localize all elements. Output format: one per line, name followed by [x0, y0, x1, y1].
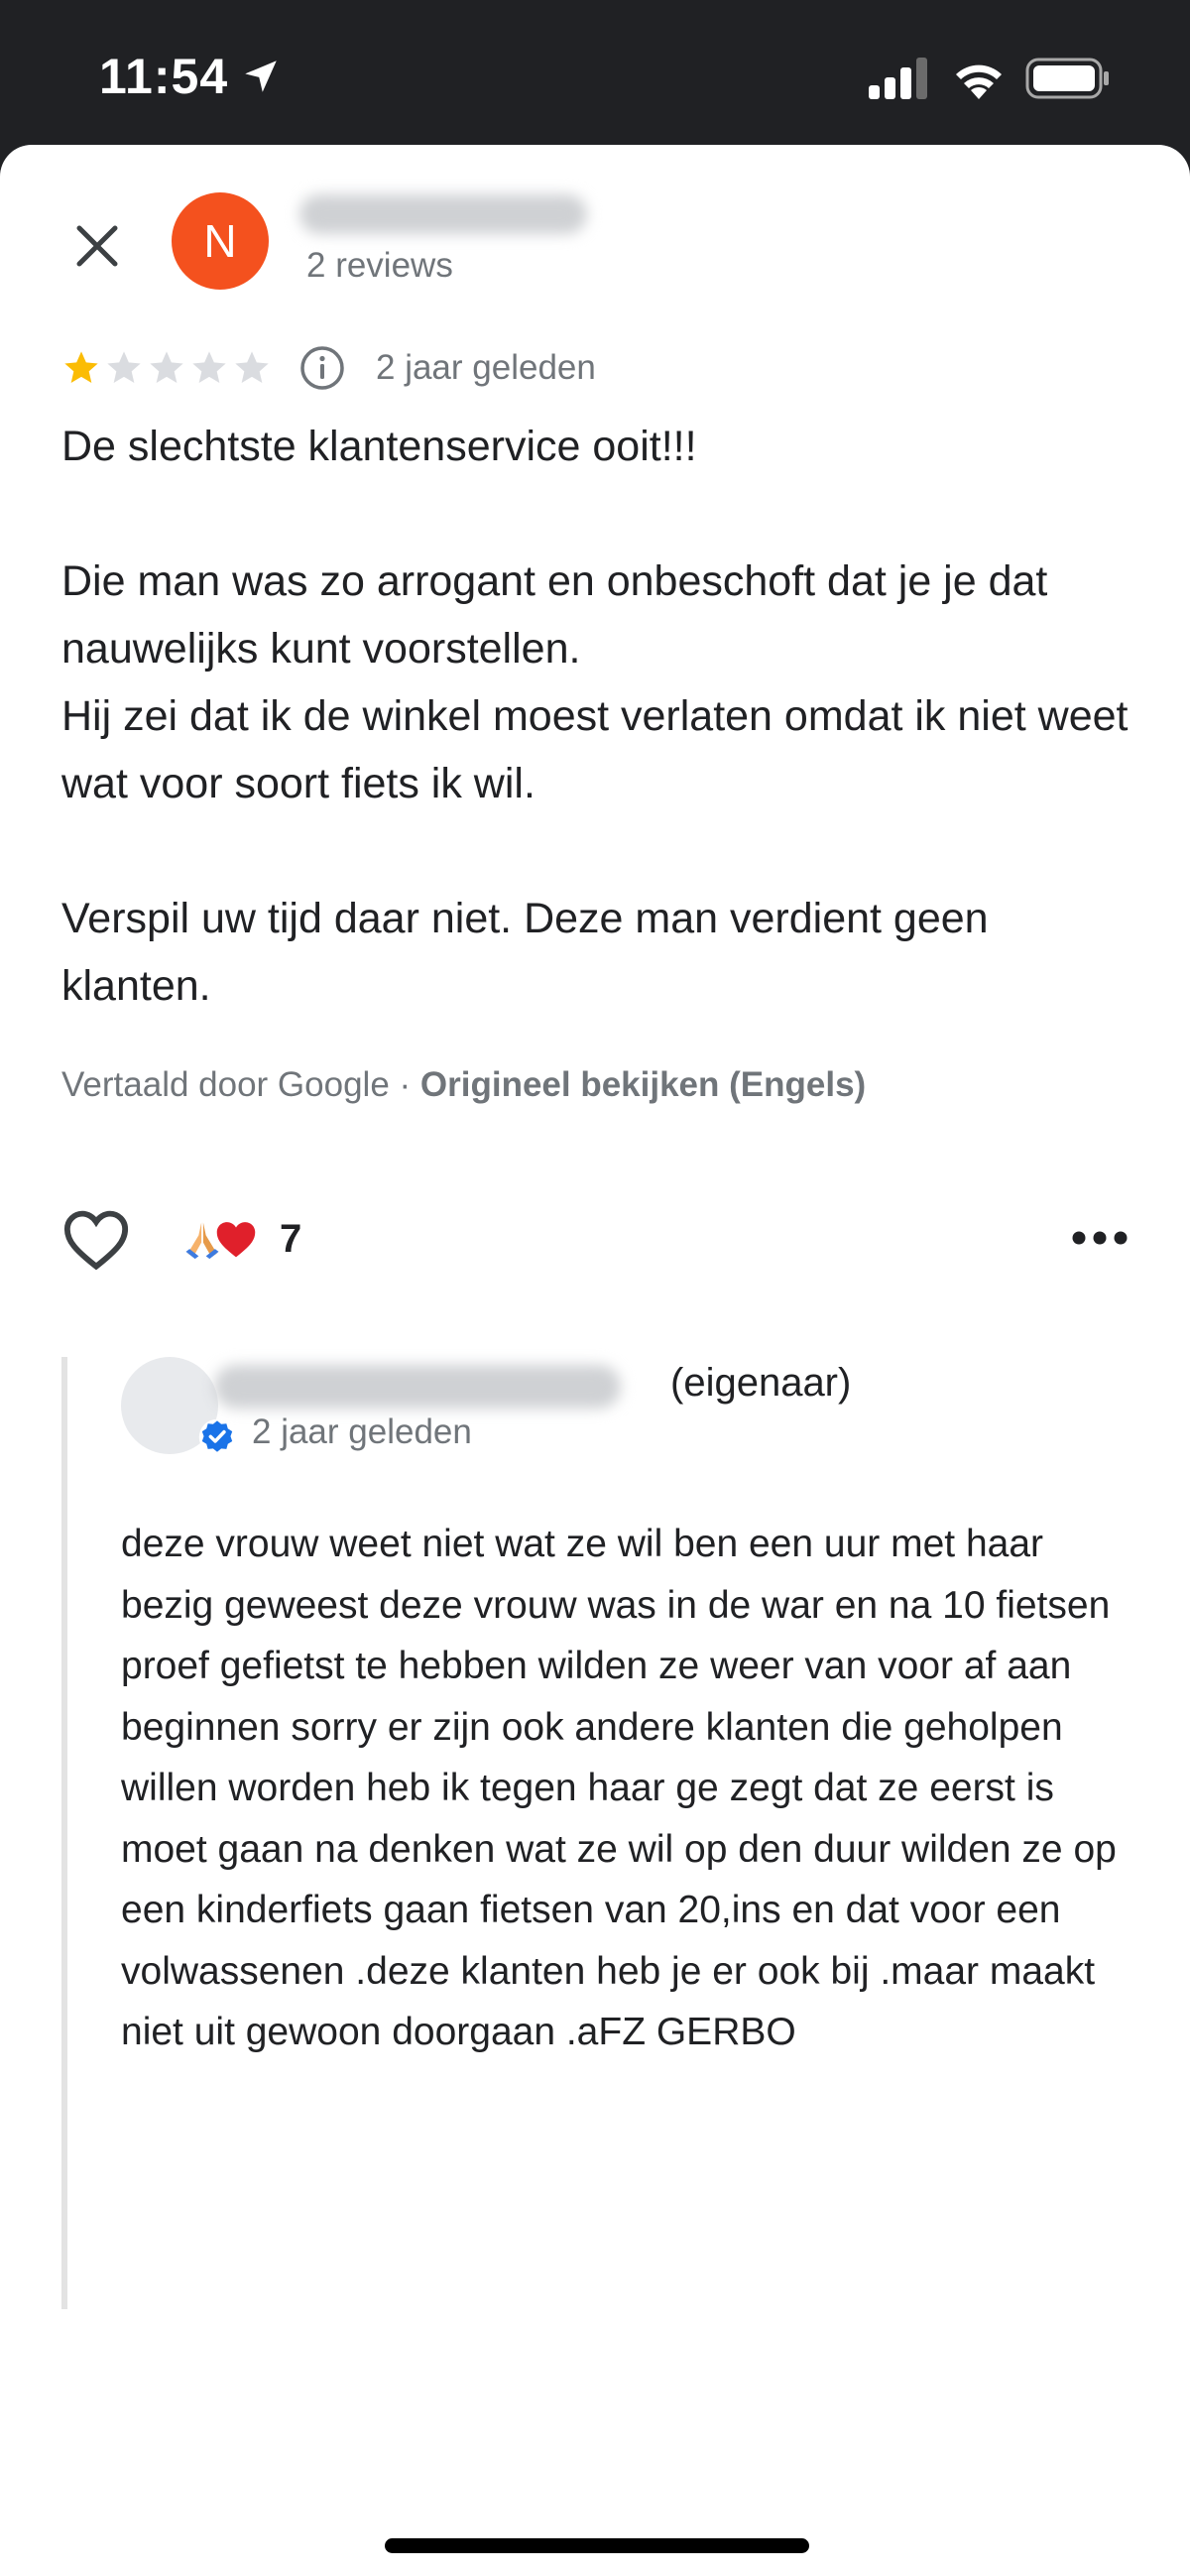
owner-reply-text: deze vrouw weet niet wat ze wil ben een … — [121, 1523, 1117, 2053]
translation-notice: Vertaald door Google · Origineel bekijke… — [61, 1065, 866, 1105]
status-bar: 11:54 — [0, 0, 1190, 149]
review-paragraph: Die man was zo arrogant en onbeschoft da… — [61, 557, 1129, 807]
verified-check-icon — [198, 1418, 236, 1456]
reviewer-avatar[interactable]: N — [172, 192, 269, 290]
star-empty-icon — [150, 351, 183, 383]
owner-label: (eigenaar) — [670, 1361, 852, 1405]
star-filled-icon — [64, 351, 98, 383]
more-horizontal-icon[interactable] — [1071, 1228, 1129, 1248]
info-icon[interactable] — [298, 344, 346, 392]
red-heart-emoji — [216, 1222, 256, 1258]
reviewer-name-redacted[interactable] — [299, 194, 587, 234]
reaction-count: 7 — [280, 1216, 302, 1261]
rating-row: 2 jaar geleden — [61, 343, 596, 393]
star-empty-icon — [235, 351, 269, 383]
star-empty-icon — [107, 351, 141, 383]
close-button[interactable] — [61, 210, 133, 282]
review-actions: 7 — [61, 1202, 1132, 1282]
status-time: 11:54 — [99, 49, 229, 104]
close-icon — [76, 225, 118, 267]
battery-icon — [1025, 58, 1109, 99]
location-arrow-icon — [245, 61, 277, 92]
owner-name-redacted — [214, 1365, 621, 1409]
reviewer-review-count[interactable]: 2 reviews — [306, 246, 453, 286]
review-body: De slechtste klantenservice ooit!!! Die … — [61, 413, 1132, 1020]
home-indicator[interactable] — [385, 2538, 809, 2553]
review-sheet: N 2 reviews 2 jaar geleden De slechtste … — [0, 145, 1190, 2576]
owner-reply: (eigenaar) 2 jaar geleden deze vrouw wee… — [61, 1357, 1138, 2309]
owner-reply-date: 2 jaar geleden — [252, 1412, 472, 1451]
star-rating — [61, 348, 275, 388]
heart-outline-icon[interactable] — [61, 1206, 131, 1272]
view-original-link[interactable]: Origineel bekijken (Engels) — [420, 1065, 866, 1104]
reactions-summary[interactable]: 7 — [180, 1216, 301, 1262]
review-paragraph: Verspil uw tijd daar niet. Deze man verd… — [61, 895, 989, 1010]
cellular-signal-icon — [869, 58, 927, 99]
star-empty-icon — [192, 351, 226, 383]
wifi-icon — [956, 64, 1002, 99]
translated-by-label: Vertaald door Google · — [61, 1065, 420, 1104]
review-paragraph: De slechtste klantenservice ooit!!! — [61, 423, 697, 470]
review-date: 2 jaar geleden — [376, 348, 596, 387]
